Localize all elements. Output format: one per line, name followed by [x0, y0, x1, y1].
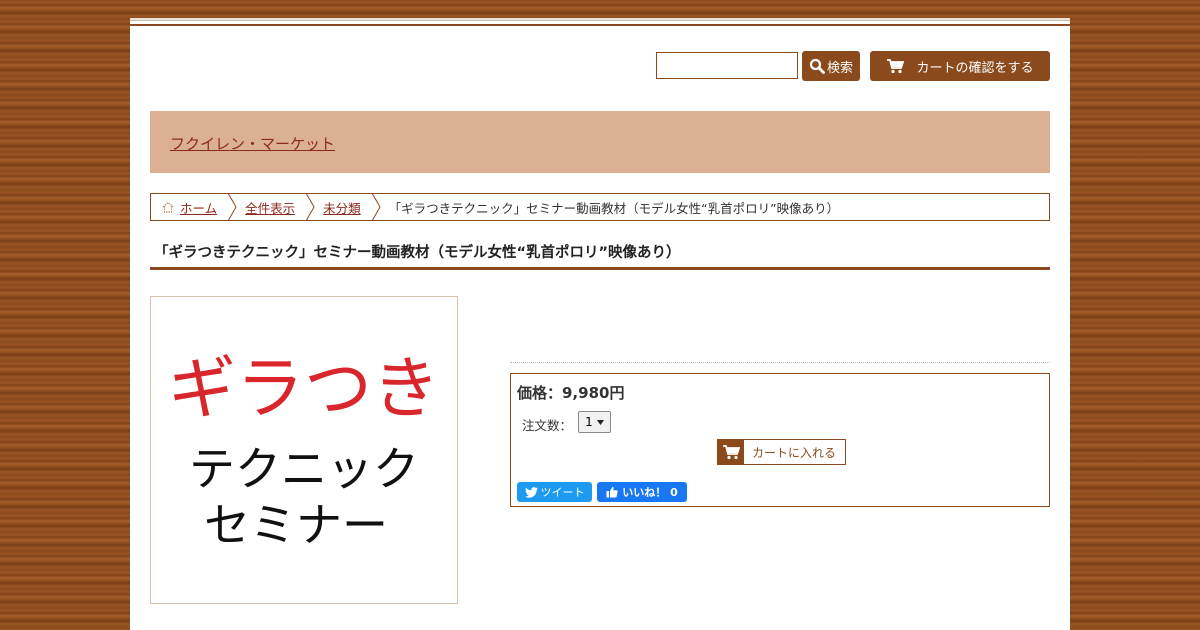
search-button-label: 検索: [826, 60, 853, 76]
view-cart-button[interactable]: カートの確認をする: [870, 51, 1050, 81]
price-divider: [510, 362, 1050, 363]
page-container: 検索 カートの確認をする フクイレン・マーケット ホーム 全件表示 未分類 「ギ…: [130, 18, 1070, 630]
breadcrumb-link-home[interactable]: ホーム: [180, 198, 217, 217]
search-button[interactable]: 検索: [802, 51, 860, 81]
price-label: 価格：9,980円: [517, 384, 625, 402]
shop-banner: フクイレン・マーケット: [150, 111, 1050, 173]
product-title: 「ギラつきテクニック」セミナー動画教材（モデル女性“乳首ポロリ”映像あり）: [154, 245, 681, 261]
dropdown-arrow-icon: [596, 419, 604, 425]
breadcrumb-current: 「ギラつきテクニック」セミナー動画教材（モデル女性“乳首ポロリ”映像あり）: [388, 200, 840, 216]
top-border: [130, 18, 1070, 21]
thumbs-up-icon: [606, 486, 618, 498]
top-border-accent: [130, 24, 1070, 26]
product-image: ギラつき テクニック セミナー: [150, 296, 458, 604]
product-image-line1: ギラつき: [168, 350, 440, 429]
breadcrumb-separator-icon: [306, 194, 315, 220]
shop-name-link[interactable]: フクイレン・マーケット: [170, 133, 335, 154]
product-image-graphic: ギラつき テクニック セミナー: [168, 350, 440, 552]
product-image-line3: セミナー: [204, 498, 388, 552]
title-divider: [150, 267, 1050, 270]
price-box: 価格：9,980円 注文数： 1 カートに入れる ツイート いいね！ 0: [510, 373, 1050, 507]
cart-icon: [887, 59, 905, 74]
breadcrumb-item-home[interactable]: ホーム: [151, 194, 227, 220]
like-label: いいね！ 0: [622, 486, 678, 499]
add-to-cart-button[interactable]: カートに入れる: [717, 439, 846, 465]
product-image-line2: テクニック: [189, 442, 419, 496]
breadcrumb-separator-icon: [228, 194, 237, 220]
facebook-like-button[interactable]: いいね！ 0: [597, 482, 687, 502]
breadcrumb-item-all[interactable]: 全件表示: [245, 194, 305, 220]
tweet-label: ツイート: [540, 486, 585, 499]
home-icon: [162, 201, 174, 213]
breadcrumb: ホーム 全件表示 未分類 「ギラつきテクニック」セミナー動画教材（モデル女性“乳…: [150, 193, 1050, 221]
breadcrumb-separator-icon: [371, 194, 381, 220]
breadcrumb-link-uncategorized[interactable]: 未分類: [323, 198, 361, 217]
quantity-label: 注文数：: [522, 418, 573, 433]
view-cart-label: カートの確認をする: [916, 60, 1034, 76]
twitter-bird-icon: [524, 486, 538, 498]
tweet-button[interactable]: ツイート: [517, 482, 592, 502]
search-input[interactable]: [656, 52, 798, 79]
quantity-select[interactable]: 1: [578, 411, 611, 433]
breadcrumb-link-all[interactable]: 全件表示: [245, 198, 295, 217]
add-to-cart-icon-box: [718, 440, 744, 464]
cart-icon: [723, 445, 740, 460]
quantity-value: 1: [585, 415, 593, 429]
search-icon: [809, 58, 825, 74]
breadcrumb-item-uncategorized[interactable]: 未分類: [323, 194, 371, 220]
add-to-cart-label: カートに入れる: [752, 445, 837, 460]
